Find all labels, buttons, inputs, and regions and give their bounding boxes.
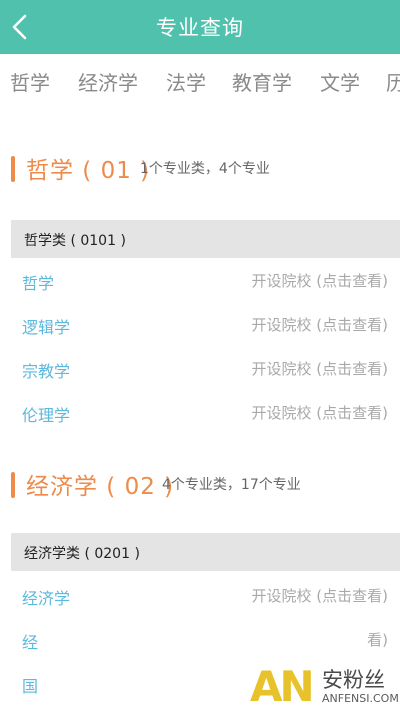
major-name[interactable]: 逻辑学	[22, 314, 70, 338]
tab-philosophy[interactable]: 哲学	[10, 67, 50, 96]
watermark-en-text: ANFENSI.COM	[322, 692, 399, 705]
major-name[interactable]: 国	[22, 673, 38, 697]
view-schools-link[interactable]: 开设院校 (点击查看)	[252, 314, 388, 335]
major-name[interactable]: 经济学	[22, 585, 70, 609]
section-header: 经济学 ( 02 ) 4个专业类，17个专业	[0, 464, 400, 504]
major-row[interactable]: 经济学 开设院校 (点击查看)	[0, 574, 400, 614]
category-header[interactable]: 哲学类 ( 0101 )	[11, 220, 400, 258]
section-title: 哲学 ( 01 )	[26, 158, 151, 184]
tab-economics[interactable]: 经济学	[78, 67, 138, 96]
watermark-cn-text: 安粉丝	[322, 668, 385, 692]
major-row[interactable]: 经 看)	[0, 618, 400, 658]
view-schools-link[interactable]: 开设院校 (点击查看)	[252, 585, 388, 606]
section-accent-bar	[11, 156, 15, 182]
tab-law[interactable]: 法学	[166, 67, 206, 96]
category-label: 经济学类 ( 0201 )	[24, 546, 140, 562]
tab-literature[interactable]: 文学	[320, 67, 360, 96]
watermark-logo: AN 安粉丝 ANFENSI.COM	[248, 660, 400, 711]
major-name[interactable]: 宗教学	[22, 358, 70, 382]
chevron-left-icon[interactable]	[6, 8, 36, 46]
major-row[interactable]: 宗教学 开设院校 (点击查看)	[0, 347, 400, 387]
major-name[interactable]: 经	[22, 629, 38, 653]
major-row[interactable]: 伦理学 开设院校 (点击查看)	[0, 391, 400, 431]
major-row[interactable]: 哲学 开设院校 (点击查看)	[0, 259, 400, 299]
tab-education[interactable]: 教育学	[232, 67, 292, 96]
view-schools-link[interactable]: 开设院校 (点击查看)	[252, 270, 388, 291]
major-row[interactable]: 逻辑学 开设院校 (点击查看)	[0, 303, 400, 343]
view-schools-link[interactable]: 开设院校 (点击查看)	[252, 402, 388, 423]
section-title: 经济学 ( 02 )	[26, 474, 175, 500]
category-tabs: 哲学 经济学 法学 教育学 文学 历	[0, 54, 400, 110]
section-header: 哲学 ( 01 ) 1个专业类，4个专业	[0, 148, 400, 188]
category-header[interactable]: 经济学类 ( 0201 )	[11, 533, 400, 571]
section-accent-bar	[11, 472, 15, 498]
page-title: 专业查询	[156, 16, 244, 40]
category-label: 哲学类 ( 0101 )	[24, 233, 126, 249]
tab-history[interactable]: 历	[386, 67, 400, 96]
major-name[interactable]: 哲学	[22, 270, 54, 294]
watermark-an-text: AN	[250, 662, 315, 711]
view-schools-link[interactable]: 开设院校 (点击查看)	[252, 358, 388, 379]
view-schools-link[interactable]: 看)	[367, 629, 388, 650]
major-name[interactable]: 伦理学	[22, 402, 70, 426]
app-header: 专业查询	[0, 0, 400, 54]
section-subtitle: 4个专业类，17个专业	[162, 477, 301, 493]
section-subtitle: 1个专业类，4个专业	[140, 161, 270, 177]
